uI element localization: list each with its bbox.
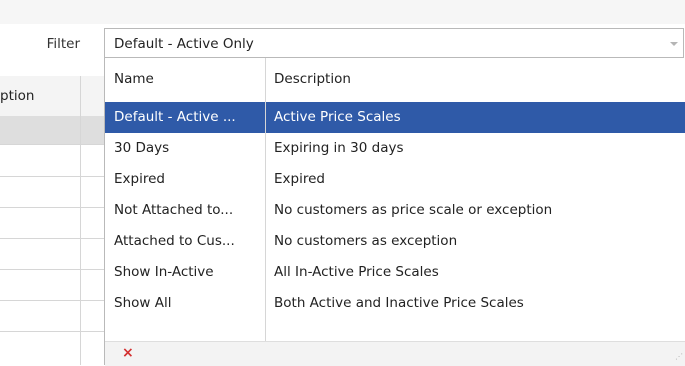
dropdown-footer: × ⋰ [105, 341, 685, 366]
background-column-header: ption [0, 88, 35, 104]
background-grid-header: ption [0, 76, 104, 117]
column-header-name[interactable]: Name [114, 71, 154, 87]
row-name: 30 Days [114, 140, 170, 156]
dropdown-row[interactable]: 30 Days Expiring in 30 days [105, 133, 685, 164]
dropdown-row[interactable]: Default - Active ... Active Price Scales [105, 102, 685, 133]
row-name: Show In-Active [114, 264, 214, 280]
row-name: Attached to Cus... [114, 233, 235, 249]
background-row-line [0, 238, 104, 239]
background-row-line [0, 269, 104, 270]
background-row-line [0, 331, 104, 332]
column-divider [265, 58, 266, 341]
filter-label: Filter [46, 36, 80, 52]
row-description: Expired [274, 171, 325, 187]
dropdown-row[interactable]: Attached to Cus... No customers as excep… [105, 226, 685, 257]
row-description: No customers as exception [274, 233, 458, 249]
background-row-line [0, 207, 104, 208]
row-name: Not Attached to... [114, 202, 234, 218]
background-row-line [0, 300, 104, 301]
row-name: Expired [114, 171, 165, 187]
row-description: Both Active and Inactive Price Scales [274, 295, 524, 311]
combo-dropdown-button[interactable] [665, 29, 683, 57]
background-column-divider [80, 76, 81, 365]
dropdown-header: Name Description [105, 58, 685, 103]
toolbar-band [0, 0, 685, 24]
filter-dropdown-popup: Name Description Default - Active ... Ac… [104, 58, 685, 366]
row-name: Default - Active ... [114, 109, 236, 125]
filter-combobox[interactable]: Default - Active Only [104, 28, 684, 58]
dropdown-row[interactable]: Show In-Active All In-Active Price Scale… [105, 257, 685, 288]
chevron-down-icon [670, 42, 678, 46]
resize-grip-icon[interactable]: ⋰ [675, 352, 683, 361]
background-row-line [0, 144, 104, 145]
background-row-line [0, 176, 104, 177]
background-selected-row [0, 116, 104, 144]
row-description: Expiring in 30 days [274, 140, 404, 156]
row-name: Show All [114, 295, 172, 311]
row-description: No customers as price scale or exception [274, 202, 553, 218]
dropdown-row[interactable]: Show All Both Active and Inactive Price … [105, 288, 685, 319]
dropdown-row[interactable]: Expired Expired [105, 164, 685, 195]
dropdown-row[interactable]: Not Attached to... No customers as price… [105, 195, 685, 226]
filter-selected-value[interactable]: Default - Active Only [114, 36, 254, 52]
column-header-description[interactable]: Description [274, 71, 351, 87]
row-description: Active Price Scales [274, 109, 401, 125]
close-icon[interactable]: × [122, 345, 134, 361]
background-grid: ption [0, 76, 104, 365]
row-description: All In-Active Price Scales [274, 264, 439, 280]
